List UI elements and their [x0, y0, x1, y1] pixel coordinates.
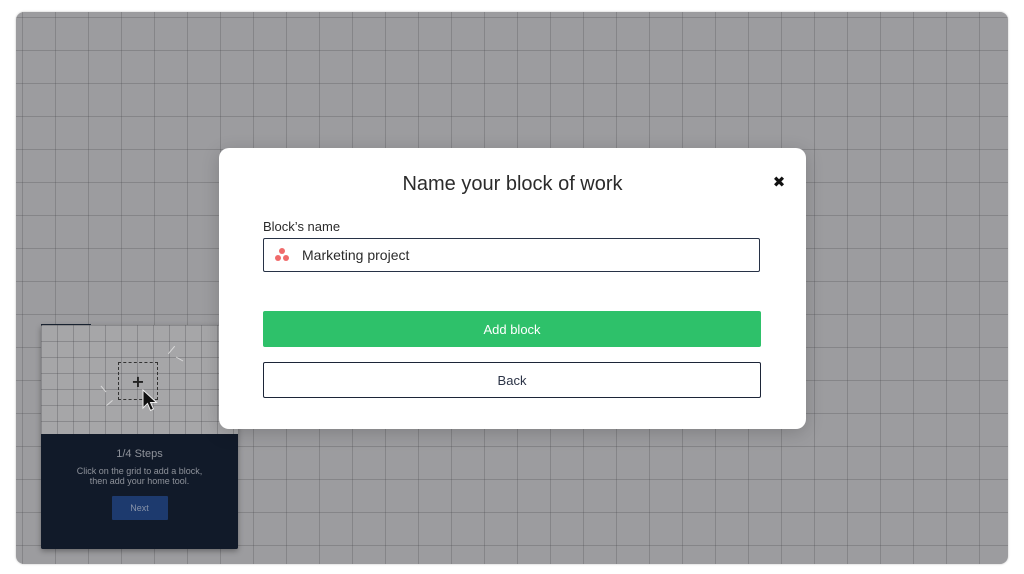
cursor-icon [142, 389, 158, 412]
steps-counter: 1/4 Steps [116, 448, 163, 460]
modal-title: Name your block of work [402, 173, 623, 195]
next-button[interactable]: Next [111, 496, 168, 520]
sparkle-icon [106, 400, 113, 406]
add-block-button[interactable]: Add block [263, 311, 761, 347]
tutorial-card: + 1/4 Steps Click on the grid to add a b… [41, 325, 238, 549]
tutorial-body: 1/4 Steps Click on the grid to add a blo… [41, 434, 238, 549]
sparkle-icon [175, 356, 184, 362]
tutorial-preview: + [41, 325, 238, 434]
asana-logo-icon [274, 247, 290, 263]
sparkle-icon [100, 385, 107, 393]
name-block-modal: Name your block of work ✖ Block’s name A… [219, 148, 806, 429]
steps-description: Click on the grid to add a block, then a… [76, 466, 203, 486]
block-name-input[interactable] [300, 246, 744, 264]
sparkle-icon [167, 345, 176, 355]
close-icon[interactable]: ✖ [771, 174, 787, 190]
block-name-label: Block’s name [263, 219, 341, 234]
back-button[interactable]: Back [263, 362, 761, 398]
block-name-field[interactable] [263, 238, 760, 272]
